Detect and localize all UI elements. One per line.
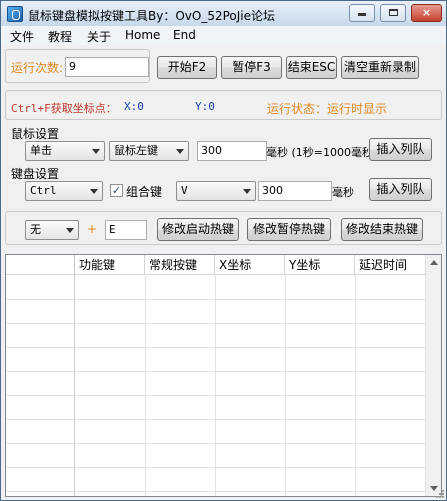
combo-key-label: 组合键 xyxy=(126,185,163,199)
queue-table[interactable]: 功能键 常规按键 X坐标 Y坐标 延迟时间 xyxy=(5,254,442,497)
chevron-down-icon xyxy=(176,149,184,154)
keyboard-insert-queue-button[interactable]: 插入列队 xyxy=(369,178,432,201)
row-header-divider xyxy=(74,255,75,496)
change-pause-hotkey-button[interactable]: 修改暂停热键 xyxy=(247,218,331,241)
minimize-icon xyxy=(358,13,366,16)
mouse-button-value: 鼠标左键 xyxy=(114,144,158,157)
minimize-button[interactable] xyxy=(349,4,375,22)
close-button[interactable]: × xyxy=(411,4,442,22)
row-header-corner xyxy=(6,255,75,275)
grid-divider xyxy=(6,371,426,372)
hotkey-key-input[interactable]: E xyxy=(105,220,147,240)
menu-bar: 文件 教程 关于 Home End xyxy=(1,26,446,45)
mouse-delay-input[interactable]: 300 xyxy=(197,141,267,161)
column-header-key[interactable]: 常规按键 xyxy=(145,255,215,275)
change-end-hotkey-button[interactable]: 修改结束热键 xyxy=(341,218,423,241)
column-header-function-key[interactable]: 功能键 xyxy=(75,255,145,275)
maximize-icon xyxy=(388,9,398,16)
keyboard-delay-input[interactable]: 300 xyxy=(258,181,332,201)
menu-tutorial[interactable]: 教程 xyxy=(48,28,72,45)
grid-divider xyxy=(6,395,426,396)
resize-grip-icon[interactable] xyxy=(435,489,445,499)
menu-about[interactable]: 关于 xyxy=(87,28,111,45)
grid-divider xyxy=(6,419,426,420)
keyboard-delay-unit: 毫秒 xyxy=(332,186,354,199)
grid-divider xyxy=(6,491,426,492)
grid-divider xyxy=(6,323,426,324)
window-title: 鼠标键盘模拟按键工具By：OvO_52PoJie论坛 xyxy=(28,9,276,23)
menu-home[interactable]: Home xyxy=(125,28,160,42)
column-header-delay[interactable]: 延迟时间 xyxy=(355,255,426,275)
run-count-input[interactable]: 9 xyxy=(65,57,149,77)
change-start-hotkey-button[interactable]: 修改启动热键 xyxy=(157,218,239,241)
combo-key-checkbox[interactable]: ✓ xyxy=(110,184,123,197)
clear-rerecord-button[interactable]: 清空重新录制 xyxy=(341,56,419,79)
keyboard-modifier-value: Ctrl xyxy=(30,184,57,197)
chevron-down-icon xyxy=(243,189,251,194)
app-icon xyxy=(7,6,23,22)
keyboard-key-select[interactable]: V xyxy=(176,181,256,201)
maximize-button[interactable] xyxy=(380,4,406,22)
grid-divider xyxy=(215,275,216,496)
mouse-action-select[interactable]: 单击 xyxy=(25,141,105,161)
column-header-y[interactable]: Y坐标 xyxy=(285,255,355,275)
mouse-button-select[interactable]: 鼠标左键 xyxy=(109,141,189,161)
grid-divider xyxy=(145,275,146,496)
chevron-down-icon xyxy=(66,228,74,233)
scroll-up-icon[interactable] xyxy=(426,255,441,271)
hotkey-modifier-value: 无 xyxy=(30,223,41,236)
title-bar[interactable]: 鼠标键盘模拟按键工具By：OvO_52PoJie论坛 × xyxy=(1,1,446,26)
vertical-scrollbar[interactable] xyxy=(425,255,441,496)
main-window: 鼠标键盘模拟按键工具By：OvO_52PoJie论坛 × 文件 教程 关于 Ho… xyxy=(0,0,447,501)
grid-divider xyxy=(6,299,426,300)
coords-hint: Ctrl+F获取坐标点： xyxy=(11,102,117,115)
chevron-down-icon xyxy=(90,189,98,194)
column-header-x[interactable]: X坐标 xyxy=(215,255,285,275)
grid-divider xyxy=(6,467,426,468)
run-status: 运行状态：运行时显示 xyxy=(267,102,388,116)
keyboard-settings-label: 键盘设置 xyxy=(11,167,60,181)
keyboard-key-value: V xyxy=(181,184,188,197)
pause-button[interactable]: 暂停F3 xyxy=(221,56,282,79)
grid-divider xyxy=(6,347,426,348)
coord-y: Y:0 xyxy=(195,100,215,113)
hotkey-plus: + xyxy=(87,222,98,236)
mouse-settings-label: 鼠标设置 xyxy=(11,127,60,141)
grid-divider xyxy=(285,275,286,496)
mouse-delay-unit: 毫秒 (1秒=1000毫秒) xyxy=(266,146,378,159)
mouse-action-value: 单击 xyxy=(30,144,52,157)
grid-divider xyxy=(6,443,426,444)
run-count-label: 运行次数: xyxy=(11,61,64,75)
client-area: 运行次数: 9 开始F2 暂停F3 结束ESC 清空重新录制 Ctrl+F获取坐… xyxy=(1,45,446,500)
menu-file[interactable]: 文件 xyxy=(10,28,34,45)
start-button[interactable]: 开始F2 xyxy=(157,56,217,79)
coord-x: X:0 xyxy=(124,100,144,113)
end-button[interactable]: 结束ESC xyxy=(286,56,337,79)
grid-divider xyxy=(355,275,356,496)
hotkey-modifier-select[interactable]: 无 xyxy=(25,220,79,240)
chevron-down-icon xyxy=(92,149,100,154)
keyboard-modifier-select[interactable]: Ctrl xyxy=(25,181,103,201)
mouse-insert-queue-button[interactable]: 插入列队 xyxy=(369,138,432,161)
menu-end[interactable]: End xyxy=(173,28,196,42)
table-header: 功能键 常规按键 X坐标 Y坐标 延迟时间 xyxy=(6,255,426,275)
